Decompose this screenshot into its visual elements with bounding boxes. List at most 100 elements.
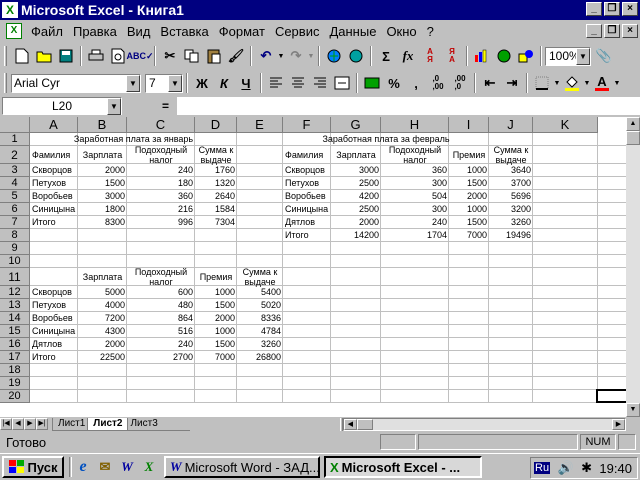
word-quick-icon[interactable]: W [116,456,138,478]
font-color-dropdown-icon[interactable]: ▼ [613,72,621,94]
row-header-20[interactable]: 20 [0,390,30,403]
column-header-j[interactable]: J [489,117,533,133]
cell[interactable]: 19496 [489,229,533,242]
cell[interactable]: Зарплата [331,146,381,164]
currency-icon[interactable] [361,72,383,94]
cell[interactable]: Премия [449,146,489,164]
minimize-button[interactable]: _ [586,2,602,16]
cell[interactable]: 8336 [237,312,283,325]
outlook-icon[interactable]: ✉ [94,456,116,478]
cell[interactable]: Сумма к выдаче [195,145,237,165]
cell[interactable]: 1800 [78,203,127,216]
cell[interactable]: 1500 [449,177,489,190]
cell[interactable]: 1000 [449,164,489,177]
cell[interactable]: 1760 [195,164,237,177]
cell[interactable]: 1584 [195,203,237,216]
cell[interactable]: 3200 [489,203,533,216]
last-sheet-icon[interactable]: ▶| [36,418,48,430]
paste-icon[interactable] [203,45,225,67]
h-scroll-thumb[interactable] [356,418,373,430]
cell[interactable]: 7000 [195,351,237,364]
workbook-icon[interactable]: X [6,23,22,39]
cell[interactable]: 5696 [489,190,533,203]
function-wizard-icon[interactable]: fx [397,45,419,67]
row-header-11[interactable]: 11 [0,268,30,286]
column-header-i[interactable]: I [449,117,489,133]
chevron-down-icon[interactable]: ▼ [576,47,590,65]
cell[interactable]: Дятлов [30,338,78,351]
row-header-17[interactable]: 17 [0,351,30,364]
undo-icon[interactable]: ↶ [255,45,277,67]
cell[interactable]: 7304 [195,216,237,229]
row-header-18[interactable]: 18 [0,364,30,377]
percent-icon[interactable]: % [383,72,405,94]
column-header-d[interactable]: D [195,117,237,133]
underline-button[interactable]: Ч [235,72,257,94]
web-toolbar-icon[interactable] [345,45,367,67]
cell[interactable]: 2500 [331,203,381,216]
vertical-scrollbar[interactable]: ▲ ▼ [626,117,640,417]
next-sheet-icon[interactable]: ▶ [24,418,36,430]
cell[interactable]: 1500 [195,299,237,312]
cell[interactable]: Скворцов [283,164,331,177]
scroll-left-button[interactable]: ◀ [343,418,357,430]
cut-icon[interactable]: ✂ [159,45,181,67]
cell[interactable]: 3640 [489,164,533,177]
cell[interactable]: 3700 [489,177,533,190]
cell[interactable]: Скворцов [30,286,78,299]
name-box[interactable]: L20 ▼ [2,97,122,115]
select-all-corner[interactable] [0,117,30,133]
cell[interactable]: 3260 [489,216,533,229]
row-header-15[interactable]: 15 [0,325,30,338]
cell[interactable]: 4300 [78,325,127,338]
row-header-9[interactable]: 9 [0,242,30,255]
borders-dropdown-icon[interactable]: ▼ [553,72,561,94]
start-button[interactable]: Пуск [2,456,64,478]
cell[interactable]: 2000 [195,312,237,325]
chart-wizard-icon[interactable] [471,45,493,67]
column-header-k[interactable]: K [533,117,598,133]
cell[interactable]: 300 [381,177,449,190]
task-word[interactable]: W Microsoft Word - ЗАД... [164,456,320,478]
scroll-thumb[interactable] [626,131,640,145]
cell[interactable]: 3000 [331,164,381,177]
cell[interactable]: Петухов [283,177,331,190]
cell[interactable]: 5000 [78,286,127,299]
cell[interactable]: Сумма к выдаче [237,267,283,287]
map-icon[interactable] [493,45,515,67]
decrease-decimal-icon[interactable]: ,00,0 [449,72,471,94]
cell[interactable]: Петухов [30,299,78,312]
cell[interactable]: 2000 [449,190,489,203]
row-header-3[interactable]: 3 [0,164,30,177]
merge-center-icon[interactable] [331,72,353,94]
column-header-b[interactable]: B [78,117,127,133]
cell[interactable]: 240 [127,164,195,177]
cell[interactable]: 5020 [237,299,283,312]
font-color-icon[interactable]: A [591,72,613,94]
cell[interactable]: Подоходный налог [127,267,195,287]
menu-help[interactable]: ? [422,24,439,39]
cell[interactable]: Фамилия [283,146,331,164]
fill-color-dropdown-icon[interactable]: ▼ [583,72,591,94]
menu-tools[interactable]: Сервис [270,24,325,39]
menu-format[interactable]: Формат [214,24,270,39]
cell[interactable]: Подоходный налог [127,145,195,165]
cell[interactable]: 240 [127,338,195,351]
cell[interactable]: 4784 [237,325,283,338]
bold-button[interactable]: Ж [191,72,213,94]
comma-style-icon[interactable]: , [405,72,427,94]
cell[interactable]: Фамилия [30,146,78,164]
spelling-icon[interactable]: ABC✓ [126,45,153,67]
cell[interactable]: 1500 [449,216,489,229]
cell[interactable]: Сумма к выдаче [489,145,533,165]
cell[interactable]: 864 [127,312,195,325]
decrease-indent-icon[interactable]: ⇤ [479,72,501,94]
cell[interactable]: 3260 [237,338,283,351]
cell[interactable]: 14200 [331,229,381,242]
cell[interactable]: Премия [195,268,237,286]
save-icon[interactable] [55,45,77,67]
undo-dropdown-icon[interactable]: ▼ [277,45,285,67]
maximize-button[interactable]: ❐ [604,2,620,16]
menu-view[interactable]: Вид [122,24,156,39]
increase-indent-icon[interactable]: ⇥ [501,72,523,94]
